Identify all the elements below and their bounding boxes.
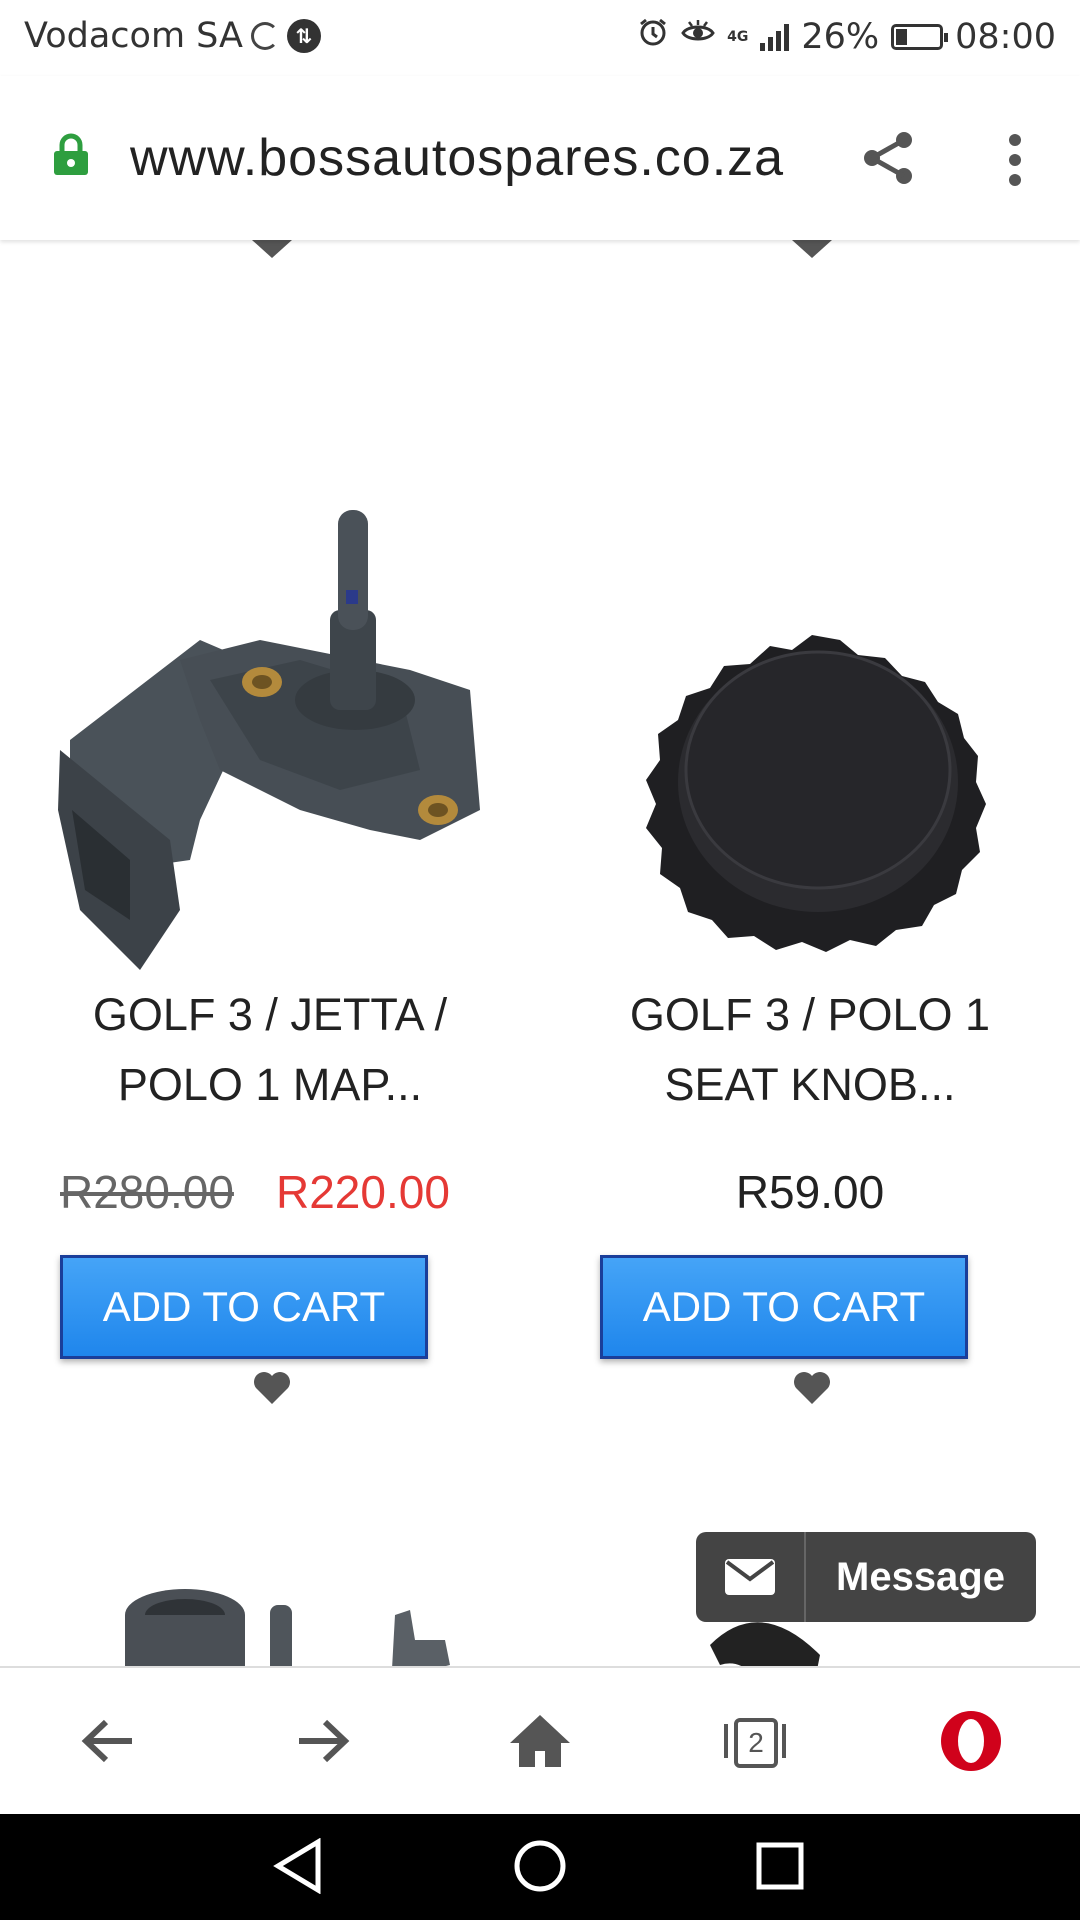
battery-percent: 26% — [801, 16, 880, 57]
product-grid: GOLF 3 / JETTA / POLO 1 MAP... R280.00 R… — [0, 240, 1080, 1666]
forward-arrow-icon — [299, 1719, 350, 1763]
tabs-button[interactable]: 2 — [720, 1706, 790, 1776]
url-field[interactable]: www.bossautospares.co.za — [130, 128, 820, 188]
lock-icon — [54, 133, 88, 175]
battery-fill — [896, 28, 908, 45]
system-navigation-bar — [0, 1812, 1080, 1920]
carrier-name: Vodacom SA — [24, 16, 243, 56]
forward-button[interactable] — [288, 1706, 358, 1776]
product-image-seat-knob[interactable] — [540, 390, 1080, 990]
heart-icon[interactable] — [792, 240, 832, 260]
status-left: Vodacom SA ⇅ — [24, 16, 321, 56]
data-saver-icon: ⇅ — [287, 19, 321, 53]
system-home-icon[interactable] — [512, 1838, 568, 1894]
signal-icon — [760, 23, 790, 51]
opera-menu-button[interactable] — [936, 1706, 1006, 1776]
sync-icon — [251, 22, 279, 50]
heart-icon[interactable] — [252, 1370, 292, 1406]
add-to-cart-button[interactable]: ADD TO CART — [600, 1255, 968, 1359]
message-label: Message — [836, 1554, 1005, 1599]
price: R59.00 — [735, 1166, 885, 1218]
system-back-icon[interactable] — [272, 1838, 324, 1894]
back-button[interactable] — [73, 1706, 143, 1776]
product-image-partial[interactable] — [110, 1585, 470, 1666]
old-price: R280.00 — [60, 1166, 234, 1218]
message-button[interactable]: Message — [696, 1532, 1036, 1622]
tabs-icon — [724, 1724, 786, 1758]
price-row: R280.00 R220.00 — [0, 1165, 540, 1235]
status-bar: Vodacom SA ⇅ 4G 26% 08:00 — [0, 0, 1080, 76]
heart-icon[interactable] — [252, 240, 292, 260]
back-arrow-icon — [81, 1719, 132, 1763]
product-title[interactable]: GOLF 3 / JETTA / POLO 1 MAP... — [40, 980, 500, 1120]
battery-icon — [891, 23, 949, 50]
price-row: R59.00 — [540, 1165, 1080, 1235]
mail-icon-wrap — [696, 1532, 806, 1622]
home-icon — [510, 1715, 570, 1767]
product-image-map-sensor[interactable] — [0, 390, 540, 990]
share-icon[interactable] — [858, 128, 918, 188]
alarm-icon — [637, 16, 669, 57]
more-options-icon[interactable] — [1000, 128, 1030, 188]
home-button[interactable] — [505, 1706, 575, 1776]
sale-price: R220.00 — [276, 1166, 450, 1218]
clock: 08:00 — [955, 16, 1056, 57]
network-type: 4G — [727, 28, 749, 45]
status-right: 4G 26% 08:00 — [637, 16, 1056, 57]
system-recents-icon[interactable] — [756, 1842, 804, 1890]
mail-icon — [725, 1559, 775, 1595]
heart-icon[interactable] — [792, 1370, 832, 1406]
opera-logo-icon — [941, 1711, 1001, 1771]
eye-comfort-icon — [681, 17, 715, 57]
address-bar: www.bossautospares.co.za — [0, 76, 1080, 240]
product-title[interactable]: GOLF 3 / POLO 1 SEAT KNOB... — [580, 980, 1040, 1120]
browser-toolbar: 2 — [0, 1666, 1080, 1814]
add-to-cart-button[interactable]: ADD TO CART — [60, 1255, 428, 1359]
